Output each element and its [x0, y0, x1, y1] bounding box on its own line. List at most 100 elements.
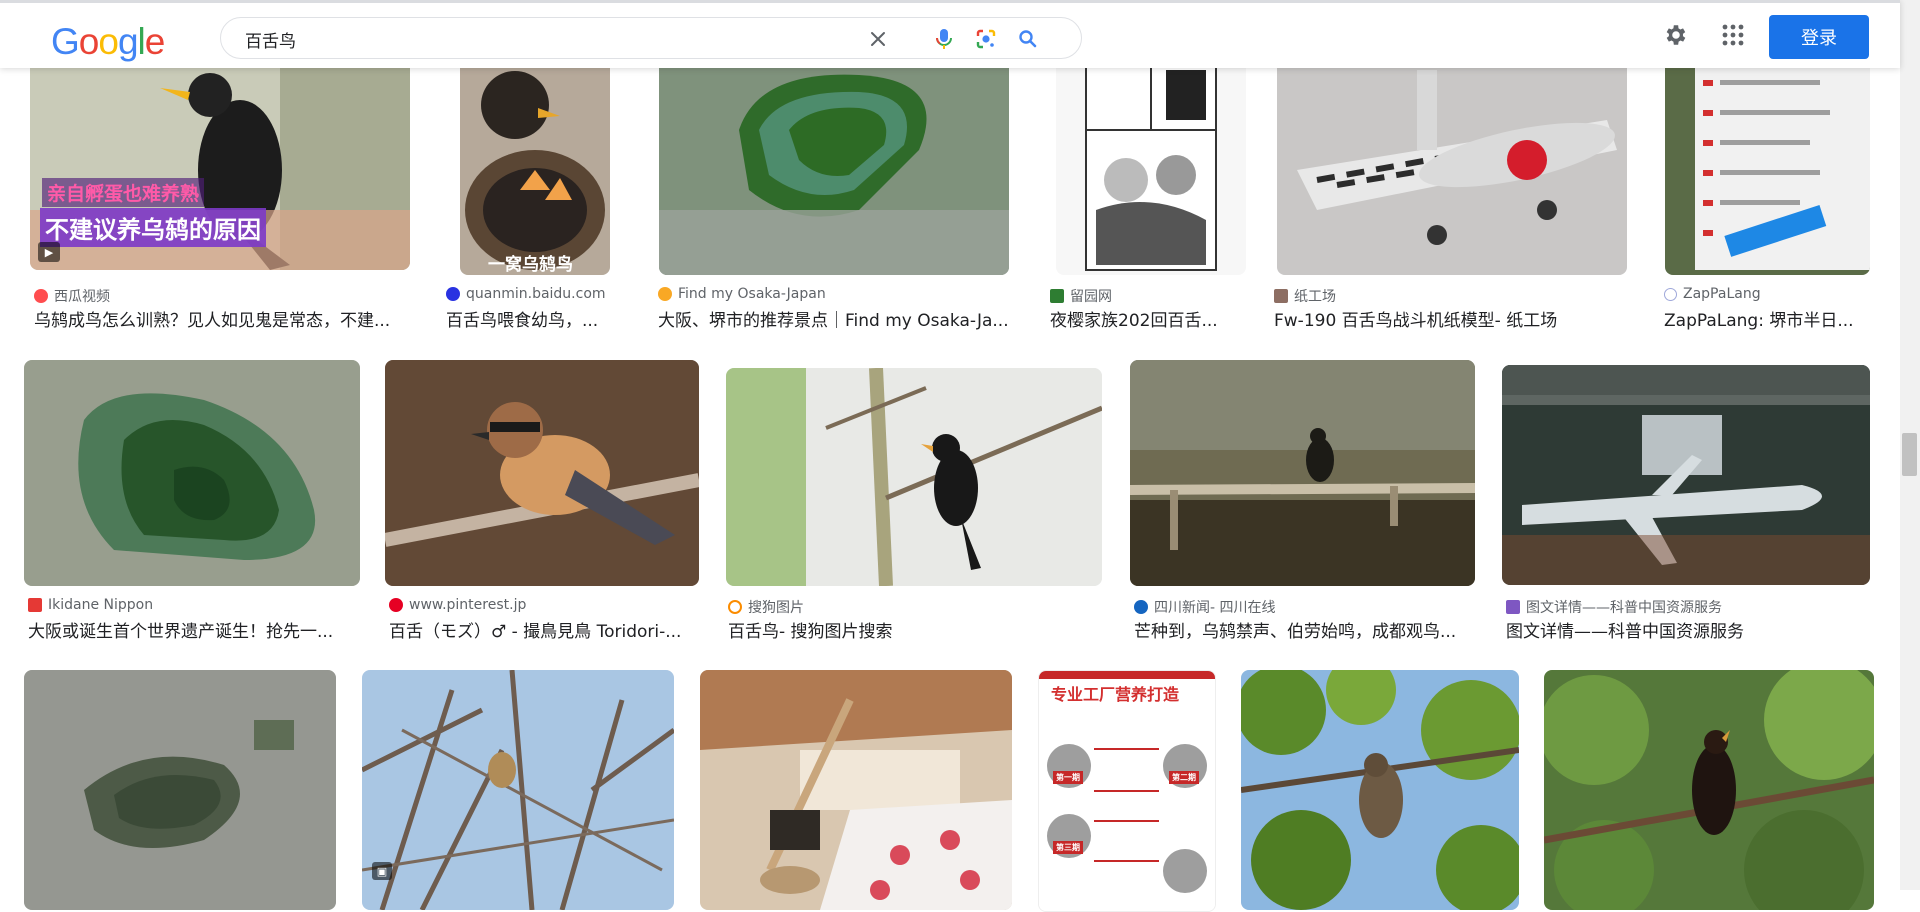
result-card[interactable]: 亲自孵蛋也难养熟 不建议养乌鸫的原因 ▶ 西瓜视频 乌鸫成鸟怎么训熟？见人如见鬼… — [30, 60, 415, 331]
result-card[interactable] — [700, 670, 1015, 910]
result-title[interactable]: 图文详情——科普中国资源服务 — [1506, 617, 1871, 642]
result-title[interactable]: 百舌（モズ）♂ - 撮鳥見鳥 Toridori-... — [389, 617, 699, 642]
blackbird-tree-image — [1544, 670, 1874, 910]
result-title[interactable]: 百舌鸟- 搜狗图片搜索 — [728, 617, 1098, 642]
result-card[interactable]: 纸工场 Fw-190 百舌鸟战斗机纸模型- 纸工场 — [1270, 60, 1630, 331]
result-title[interactable]: 夜樱家族202回百舌... — [1050, 306, 1240, 331]
result-thumbnail[interactable]: ▣ — [362, 670, 674, 910]
result-card[interactable] — [1544, 670, 1876, 910]
result-title[interactable]: 芒种到，乌鸫禁声、伯劳始鸣，成都观鸟... — [1134, 617, 1474, 642]
search-box — [220, 17, 1082, 59]
result-card[interactable]: Ikidane Nippon 大阪或诞生首个世界遗产诞生！抢先一... — [24, 360, 369, 645]
source-name: www.pinterest.jp — [409, 597, 527, 613]
site-favicon-icon — [28, 598, 42, 612]
voice-search-button[interactable] — [931, 26, 957, 52]
logo-letter: o — [78, 21, 100, 62]
search-icon — [1019, 30, 1037, 48]
result-card[interactable]: 留园网 夜樱家族202回百舌... — [1046, 60, 1246, 331]
result-source: 纸工场 — [1274, 286, 1336, 306]
result-title[interactable]: 大阪或诞生首个世界遗产诞生！抢先一... — [28, 617, 363, 642]
result-card[interactable]: ▣ — [362, 670, 677, 910]
result-title[interactable]: 乌鸫成鸟怎么训熟？见人如见鬼是常态，不建... — [34, 306, 409, 331]
result-thumbnail[interactable]: 一窝乌鸫鸟 — [460, 60, 610, 275]
result-source: quanmin.baidu.com — [446, 286, 606, 302]
source-name: ZapPaLang — [1683, 286, 1761, 302]
missile-image — [1502, 365, 1870, 585]
logo-letter: o — [98, 21, 119, 62]
ad-stage-label: 第一期 — [1053, 771, 1083, 784]
result-card[interactable]: 图文详情——科普中国资源服务 图文详情——科普中国资源服务 — [1502, 360, 1874, 645]
result-card[interactable]: Find my Osaka-Japan 大阪、堺市的推荐景点｜Find my O… — [654, 60, 1019, 331]
clear-search-button[interactable] — [865, 26, 891, 52]
result-thumbnail[interactable] — [700, 670, 1012, 910]
result-title[interactable]: ZapPaLang: 堺市半日... — [1664, 306, 1869, 331]
logo-letter: e — [144, 21, 166, 62]
image-badge-icon: ▣ — [372, 862, 392, 880]
result-thumbnail[interactable] — [1544, 670, 1874, 910]
ad-headline: 专业工厂营养打造 — [1051, 685, 1180, 704]
result-card[interactable]: ZapPaLang ZapPaLang: 堺市半日... — [1660, 60, 1880, 331]
result-thumbnail[interactable] — [24, 670, 336, 910]
result-source: Ikidane Nippon — [28, 597, 153, 613]
close-icon — [871, 32, 885, 46]
result-card[interactable]: 一窝乌鸫鸟 quanmin.baidu.com 百舌鸟喂食幼鸟，... — [442, 60, 627, 331]
shrike-image — [385, 360, 699, 586]
result-thumbnail[interactable] — [726, 368, 1102, 586]
result-thumbnail[interactable] — [659, 60, 1009, 275]
logo-letter: g — [117, 21, 139, 62]
result-title[interactable]: 百舌鸟喂食幼鸟，... — [446, 306, 616, 331]
logo-letter: l — [137, 21, 146, 62]
google-logo[interactable]: Google — [51, 21, 166, 63]
result-card[interactable] — [1241, 670, 1521, 910]
result-thumbnail[interactable] — [1241, 670, 1519, 910]
result-thumbnail[interactable] — [385, 360, 699, 586]
overlay-caption: 不建议养乌鸫的原因 — [40, 208, 266, 247]
result-thumbnail[interactable]: 专业工厂营养打造 第一期 第二期 第三期 — [1038, 670, 1216, 912]
settings-button[interactable] — [1661, 20, 1691, 50]
site-favicon-icon — [1134, 600, 1148, 614]
gear-icon — [1666, 25, 1686, 45]
result-thumbnail[interactable] — [1665, 60, 1870, 275]
source-name: 纸工场 — [1294, 289, 1336, 305]
result-card[interactable] — [24, 670, 339, 910]
apps-button[interactable] — [1718, 20, 1748, 50]
result-thumbnail[interactable] — [1502, 365, 1870, 585]
sign-in-button[interactable]: 登录 — [1769, 15, 1869, 59]
image-results-grid: 亲自孵蛋也难养熟 不建议养乌鸫的原因 ▶ 西瓜视频 乌鸫成鸟怎么训熟？见人如见鬼… — [0, 0, 1900, 912]
result-source: 图文详情——科普中国资源服务 — [1506, 597, 1722, 617]
result-card[interactable]: 四川新闻- 四川在线 芒种到，乌鸫禁声、伯劳始鸣，成都观鸟... — [1130, 360, 1480, 645]
result-card[interactable]: 专业工厂营养打造 第一期 第二期 第三期 — [1038, 670, 1218, 912]
source-name: 四川新闻- 四川在线 — [1154, 600, 1276, 616]
site-favicon-icon — [1050, 289, 1064, 303]
microphone-icon — [936, 29, 952, 49]
page-scrollbar-thumb[interactable] — [1902, 433, 1917, 476]
result-thumbnail[interactable] — [1130, 360, 1475, 586]
result-card[interactable]: www.pinterest.jp 百舌（モズ）♂ - 撮鳥見鳥 Toridori… — [385, 360, 705, 645]
result-card[interactable]: 搜狗图片 百舌鸟- 搜狗图片搜索 — [724, 360, 1104, 645]
search-input[interactable] — [243, 26, 867, 52]
overlay-caption: 亲自孵蛋也难养熟 — [42, 178, 205, 207]
result-thumbnail[interactable] — [24, 360, 360, 586]
result-thumbnail[interactable]: 亲自孵蛋也难养熟 不建议养乌鸫的原因 ▶ — [30, 60, 410, 270]
bird-leaves-image — [1241, 670, 1519, 910]
bird-fence-image — [1130, 360, 1475, 586]
site-favicon-icon — [1506, 600, 1520, 614]
logo-letter: G — [51, 21, 80, 62]
site-favicon-icon — [389, 598, 403, 612]
result-source: 搜狗图片 — [728, 597, 804, 617]
result-thumbnail[interactable] — [1277, 60, 1627, 275]
result-source: www.pinterest.jp — [389, 597, 526, 613]
kofun-aerial-image — [24, 360, 360, 586]
lens-search-button[interactable] — [973, 26, 999, 52]
site-favicon-icon — [446, 287, 460, 301]
source-name: 搜狗图片 — [748, 600, 804, 616]
result-title[interactable]: Fw-190 百舌鸟战斗机纸模型- 纸工场 — [1274, 306, 1629, 331]
result-title[interactable]: 大阪、堺市的推荐景点｜Find my Osaka-Ja... — [658, 306, 1018, 331]
paper-plane-image — [1277, 60, 1627, 275]
ad-stage-label: 第二期 — [1169, 771, 1199, 784]
result-thumbnail[interactable] — [1056, 60, 1246, 275]
result-source: 西瓜视频 — [34, 286, 110, 306]
source-name: 留园网 — [1070, 289, 1112, 305]
top-bar: Google 百舌鸟 登录 — [0, 0, 1900, 68]
search-button[interactable] — [1015, 26, 1041, 52]
